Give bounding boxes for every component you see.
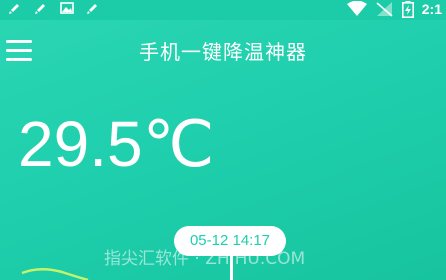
status-time: 2:1 [421,1,442,17]
chart-marker-label[interactable]: 05-12 14:17 [174,226,286,256]
brush-icon [35,4,45,14]
temperature-chart: 指尖汇软件 · ZHIHU.COM 05-12 14:17 [0,218,446,280]
app-title: 手机一键降温神器 [139,40,307,64]
status-bar: 2:1 [0,0,446,20]
menu-icon [6,49,32,52]
menu-button[interactable] [4,37,34,65]
notification-icons [8,1,100,15]
system-icons: 2:1 [346,0,442,18]
brush-icon [87,4,97,14]
app-bar: 手机一键降温神器 [0,28,446,74]
app-screen: 2:1 手机一键降温神器 29.5℃ 指尖汇软件 · ZHIHU.COM 05-… [0,0,446,280]
brush-icon [9,4,19,14]
menu-icon [6,58,32,61]
wifi-icon [346,1,367,16]
battery-charging-icon [401,0,414,18]
menu-icon [6,40,32,43]
image-icon [60,2,74,14]
signal-icon [376,2,393,17]
temperature-curve [21,268,89,280]
chart-marker-line [230,256,233,280]
temperature-value: 29.5℃ [18,108,215,180]
